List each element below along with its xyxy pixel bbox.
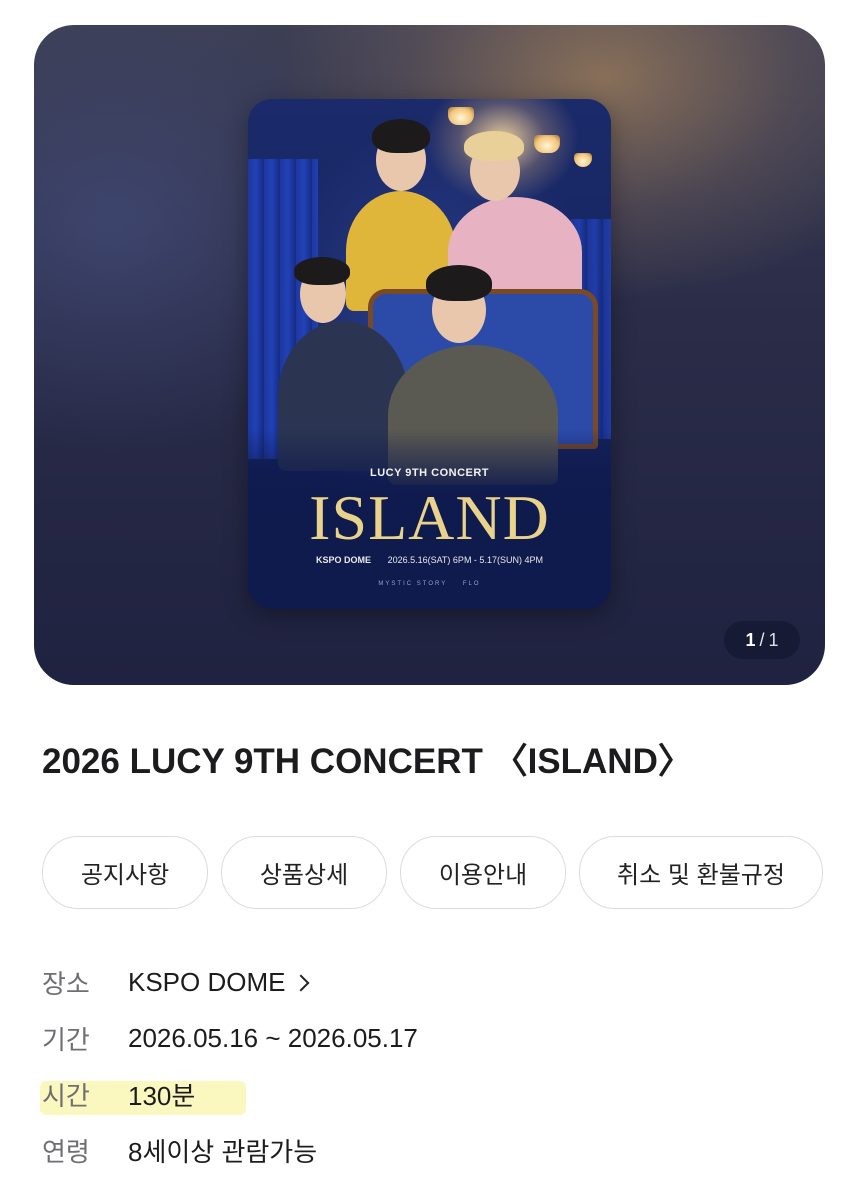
poster-person-hair — [372, 119, 430, 153]
poster-carousel[interactable]: LUCY 9TH CONCERT ISLAND KSPO DOME 2026.5… — [34, 25, 825, 685]
poster-logo-mystic: MYSTIC STORY — [378, 581, 448, 587]
poster-logos: MYSTIC STORY FLO — [248, 581, 611, 587]
period-row: 기간 2026.05.16 ~ 2026.05.17 — [42, 1016, 418, 1060]
poster-info: KSPO DOME 2026.5.16(SAT) 6PM - 5.17(SUN)… — [248, 555, 611, 565]
runtime-value: 130분 — [128, 1080, 196, 1111]
venue-link[interactable]: KSPO DOME — [128, 967, 285, 998]
poster-person-hair — [426, 265, 492, 301]
poster-subtitle: LUCY 9TH CONCERT — [369, 467, 490, 479]
poster-lamp — [574, 153, 592, 167]
poster-person-hair — [464, 131, 524, 161]
venue-value[interactable]: KSPO DOME — [128, 967, 310, 998]
event-title: 2026 LUCY 9TH CONCERT 〈ISLAND〉 — [42, 742, 693, 781]
poster-title: ISLAND — [309, 482, 550, 553]
tab-usage-guide[interactable]: 이용안내 — [400, 836, 566, 909]
concert-poster-image: LUCY 9TH CONCERT ISLAND KSPO DOME 2026.5… — [248, 99, 611, 609]
runtime-row: 시간 130분 — [42, 1072, 195, 1116]
poster-lamp — [534, 135, 560, 153]
tab-product-details[interactable]: 상품상세 — [221, 836, 387, 909]
poster-lamp — [448, 107, 474, 125]
age-row: 연령 8세이상 관람가능 — [42, 1128, 317, 1172]
venue-label: 장소 — [42, 968, 90, 999]
period-label: 기간 — [42, 1024, 90, 1055]
carousel-page-separator: / — [759, 629, 765, 650]
poster-person-hair — [294, 257, 350, 285]
poster-logo-flo: FLO — [462, 581, 481, 587]
venue-row[interactable]: 장소 KSPO DOME — [42, 960, 310, 1004]
age-label: 연령 — [42, 1136, 90, 1167]
carousel-current-page: 1 — [745, 629, 756, 650]
runtime-label: 시간 — [42, 1080, 90, 1111]
tab-notice[interactable]: 공지사항 — [42, 836, 208, 909]
poster-venue: KSPO DOME — [316, 555, 372, 565]
detail-tab-bar: 공지사항 상품상세 이용안내 취소 및 환불규정 — [42, 836, 859, 909]
chevron-right-icon — [292, 974, 310, 992]
carousel-page-counter: 1 / 1 — [724, 621, 800, 659]
age-value: 8세이상 관람가능 — [128, 1136, 318, 1167]
period-value: 2026.05.16 ~ 2026.05.17 — [128, 1022, 418, 1053]
poster-dates: 2026.5.16(SAT) 6PM - 5.17(SUN) 4PM — [387, 555, 543, 565]
carousel-total-pages: 1 — [768, 629, 779, 650]
tab-cancel-refund-policy[interactable]: 취소 및 환불규정 — [579, 836, 823, 909]
